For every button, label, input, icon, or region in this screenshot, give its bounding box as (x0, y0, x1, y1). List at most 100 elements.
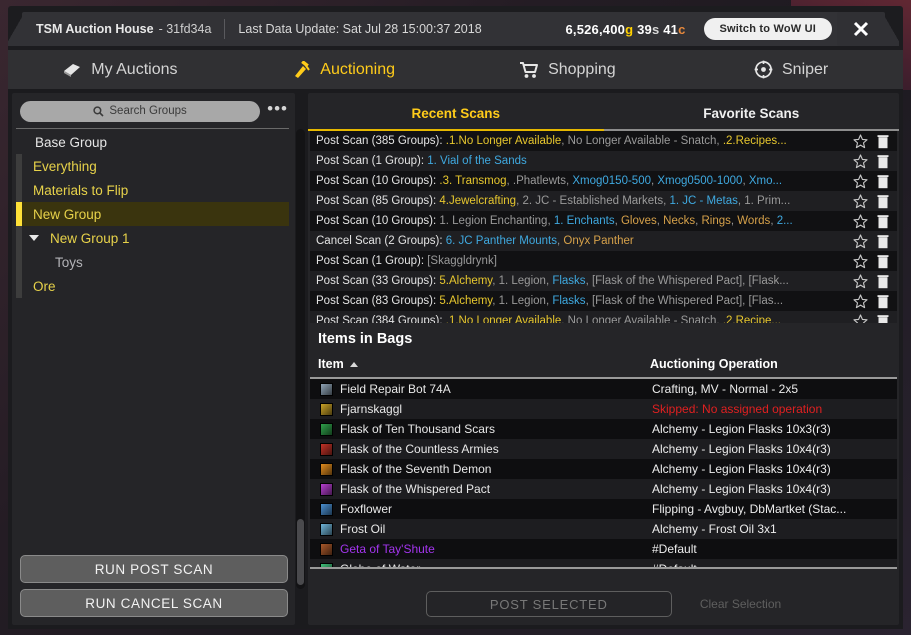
scan-group-name: 1. JC - Metas (669, 195, 738, 207)
column-label: Item (318, 357, 344, 371)
star-outline-icon[interactable] (853, 293, 868, 309)
clear-selection-button[interactable]: Clear Selection (700, 597, 781, 611)
scan-row[interactable]: Post Scan (1 Group): [Skaggldrynk] (310, 251, 897, 271)
tab-favorite-scans[interactable]: Favorite Scans (603, 93, 899, 131)
star-outline-icon[interactable] (853, 173, 868, 189)
scan-row-actions (853, 193, 897, 209)
chevron-down-icon[interactable] (29, 235, 39, 241)
scan-row-text: Post Scan (33 Groups): 5.Alchemy, 1. Leg… (316, 275, 853, 287)
trash-icon[interactable] (877, 214, 889, 229)
star-outline-icon[interactable] (853, 193, 868, 209)
scan-row[interactable]: Post Scan (384 Groups): .1.No Longer Ava… (310, 311, 897, 323)
run-cancel-scan-button[interactable]: RUN CANCEL SCAN (20, 589, 288, 617)
scan-row-text: Post Scan (1 Group): 1. Vial of the Sand… (316, 155, 853, 167)
group-row-new-group-1[interactable]: New Group 1 (16, 226, 289, 250)
table-row[interactable]: Frost Oil Alchemy - Frost Oil 3x1 (310, 519, 897, 539)
scan-row[interactable]: Post Scan (385 Groups): .1.No Longer Ava… (310, 131, 897, 151)
scan-row-prefix: Post Scan (1 Group): (316, 255, 428, 267)
table-row[interactable]: Globe of Water#Default (310, 559, 897, 567)
scan-row[interactable]: Post Scan (10 Groups): 1. Legion Enchant… (310, 211, 897, 231)
scan-group-name: 2... (776, 215, 793, 227)
scan-row[interactable]: Post Scan (10 Groups): .3. Transmog, .Ph… (310, 171, 897, 191)
star-outline-icon[interactable] (853, 273, 868, 289)
group-row-materials-to-flip[interactable]: Materials to Flip (16, 178, 289, 202)
scan-group-name: No Longer Available - Snatch (567, 135, 717, 147)
scan-group-name: 5.Alchemy (439, 275, 493, 287)
scan-row-text: Post Scan (85 Groups): 4.Jewelcrafting, … (316, 195, 853, 207)
star-outline-icon[interactable] (853, 253, 868, 269)
group-row-everything[interactable]: Everything (16, 154, 289, 178)
item-icon (320, 442, 333, 456)
close-icon (853, 21, 869, 37)
scan-row[interactable]: Post Scan (33 Groups): 5.Alchemy, 1. Leg… (310, 271, 897, 291)
post-selected-button[interactable]: POST SELECTED (425, 591, 672, 617)
trash-icon[interactable] (877, 134, 889, 149)
column-header-operation[interactable]: Auctioning Operation (650, 357, 778, 371)
scan-row-actions (853, 233, 897, 249)
item-operation: Alchemy - Legion Flasks 10x4(r3) (652, 442, 831, 456)
table-row[interactable]: Fjarnskaggl Skipped: No assigned operatio… (310, 399, 897, 419)
scan-row-prefix: Post Scan (85 Groups): (316, 195, 440, 207)
item-name: Flask of Ten Thousand Scars (340, 422, 495, 436)
scan-group-name: 1. Vial of the Sands (427, 155, 527, 167)
scan-group-name: Necks (663, 215, 696, 227)
trash-icon[interactable] (877, 254, 889, 269)
tab-recent-scans[interactable]: Recent Scans (308, 93, 604, 131)
group-label: Ore (33, 278, 56, 294)
table-row[interactable]: Flask of the Countless Armies Alchemy - L… (310, 439, 897, 459)
item-operation: Alchemy - Legion Flasks 10x4(r3) (652, 482, 831, 496)
tab-sniper[interactable]: Sniper (679, 50, 903, 89)
trash-icon[interactable] (877, 194, 889, 209)
group-tree: Base Group Everything Materials to Flip … (16, 130, 289, 610)
search-input[interactable]: Search Groups (20, 100, 261, 122)
scan-group-name: .3. Transmog (439, 175, 507, 187)
group-row-base-group[interactable]: Base Group (16, 130, 289, 154)
scan-row[interactable]: Cancel Scan (2 Groups): 6. JC Panther Mo… (310, 231, 897, 251)
table-row[interactable]: Flask of the Seventh Demon Alchemy - Legi… (310, 459, 897, 479)
table-row[interactable]: Flask of the Whispered Pact Alchemy - Leg… (310, 479, 897, 499)
tab-my-auctions[interactable]: My Auctions (8, 50, 232, 89)
panel-divider (16, 128, 289, 129)
search-icon (93, 105, 104, 117)
tab-auctioning[interactable]: Auctioning (232, 50, 456, 89)
scrollbar-thumb[interactable] (297, 519, 304, 585)
switch-to-wow-ui-button[interactable]: Switch to WoW UI (703, 18, 832, 40)
tab-shopping[interactable]: Shopping (456, 50, 680, 89)
close-button[interactable] (837, 12, 899, 46)
column-label: Auctioning Operation (650, 357, 778, 371)
scan-row[interactable]: Post Scan (85 Groups): 4.Jewelcrafting, … (310, 191, 897, 211)
scan-row-prefix: Post Scan (83 Groups): (316, 295, 440, 307)
star-outline-icon[interactable] (853, 153, 868, 169)
scan-row[interactable]: Post Scan (1 Group): 1. Vial of the Sand… (310, 151, 897, 171)
scan-row-prefix: Post Scan (1 Group): (316, 155, 428, 167)
group-panel-scrollbar[interactable] (296, 129, 305, 589)
star-outline-icon[interactable] (853, 213, 868, 229)
star-outline-icon[interactable] (853, 233, 868, 249)
trash-icon[interactable] (877, 154, 889, 169)
column-header-item[interactable]: Item (318, 357, 358, 371)
table-row[interactable]: Field Repair Bot 74A Crafting, MV - Norma… (310, 379, 897, 399)
trash-icon[interactable] (877, 274, 889, 289)
group-row-ore[interactable]: Ore (16, 274, 289, 298)
trash-icon[interactable] (877, 294, 889, 309)
scan-row[interactable]: Post Scan (83 Groups): 5.Alchemy, 1. Leg… (310, 291, 897, 311)
table-row[interactable]: Foxflower Flipping - Avgbuy, DbMartket (S… (310, 499, 897, 519)
group-label: Base Group (35, 134, 108, 150)
item-name: Foxflower (340, 502, 393, 516)
trash-icon[interactable] (877, 314, 889, 324)
star-outline-icon[interactable] (853, 133, 868, 149)
group-row-toys[interactable]: Toys (16, 250, 289, 274)
table-row[interactable]: Geta of Tay'Shute #Default (310, 539, 897, 559)
item-operation: #Default (652, 542, 697, 556)
group-row-new-group[interactable]: New Group (16, 202, 289, 226)
item-operation: Crafting, MV - Normal - 2x5 (652, 382, 799, 396)
scan-row-actions (853, 313, 897, 324)
trash-icon[interactable] (877, 174, 889, 189)
table-row[interactable]: Flask of Ten Thousand Scars Alchemy - Leg… (310, 419, 897, 439)
trash-icon[interactable] (877, 234, 889, 249)
scan-row-text: Post Scan (83 Groups): 5.Alchemy, 1. Leg… (316, 295, 853, 307)
more-options-icon[interactable]: ••• (267, 100, 288, 119)
run-post-scan-button[interactable]: RUN POST SCAN (20, 555, 288, 583)
item-name: Flask of the Seventh Demon (340, 462, 492, 476)
star-outline-icon[interactable] (853, 313, 868, 324)
